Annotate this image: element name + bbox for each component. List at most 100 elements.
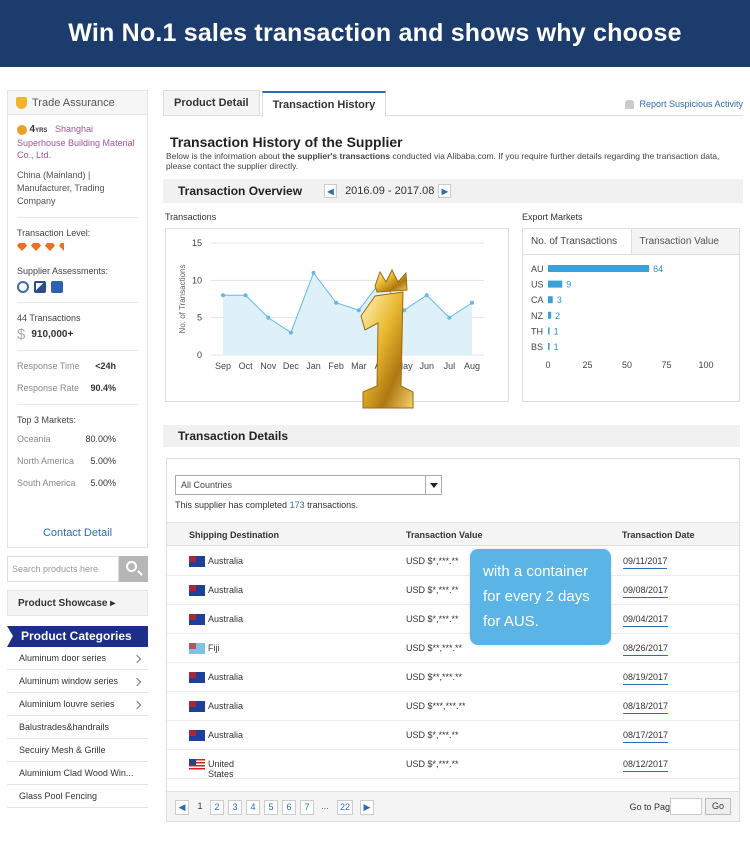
country-select[interactable]: All Countries [175,475,442,495]
chevron-right-icon [132,654,142,664]
value-label: 1 [554,326,559,336]
date-cell[interactable]: 08/17/2017 [623,730,669,743]
x-tick-label: Sep [215,361,231,371]
trade-assurance-label: Trade Assurance [32,96,115,109]
date-cell[interactable]: 08/12/2017 [623,759,669,772]
category-item[interactable]: Aluminum window series [7,670,148,693]
completed-transactions-text: This supplier has completed 173 transact… [175,500,359,510]
tab-transaction-value[interactable]: Transaction Value [631,229,739,254]
x-tick-label: Jul [444,361,456,371]
dollar-icon: $ [17,325,26,343]
top-markets-label: Top 3 Markets: [17,415,77,425]
x-tick-label: 50 [622,360,632,370]
assessments-label: Supplier Assessments: [17,266,109,276]
history-intro: Below is the information about the suppl… [166,151,720,171]
x-tick-label: Oct [239,361,254,371]
assessment-icons [17,281,138,293]
page-7[interactable]: 7 [300,800,314,815]
date-cell[interactable]: 08/18/2017 [623,701,669,714]
pagination: ◀ 1 2 3 4 5 6 7 ... 22 ▶ Go to Page Go [167,791,739,821]
x-tick-label: Nov [260,361,277,371]
destination-cell: Fiji [189,643,220,655]
country-flag-icon [189,643,205,655]
gold-supplier-icon [17,124,27,135]
category-label: CA [531,295,544,305]
transactions-chart: 051015SepOctNovDecJanFebMarAprMayJunJulA… [165,228,509,402]
date-cell[interactable]: 09/08/2017 [623,585,669,598]
go-button[interactable]: Go [705,798,731,815]
search-input[interactable]: Search products here [7,556,119,582]
x-tick-label: Aug [464,361,480,371]
tab-transaction-history[interactable]: Transaction History [261,91,387,117]
data-point [243,293,248,298]
search-button[interactable] [119,556,148,582]
transactions-line-chart: 051015SepOctNovDecJanFebMarAprMayJunJulA… [178,238,484,371]
value-cell: USD $**,***.** [406,672,463,682]
market-bar [548,343,550,350]
goto-page-input[interactable] [670,798,702,815]
value-label: 2 [555,311,560,321]
category-item[interactable]: Glass Pool Fencing [7,785,148,808]
tab-product-detail[interactable]: Product Detail [163,90,260,115]
date-cell[interactable]: 09/04/2017 [623,614,669,627]
table-row: Australia USD $**,***.** 08/19/2017 [167,663,739,692]
transaction-level-label: Transaction Level: [17,228,91,238]
category-item[interactable]: Secuiry Mesh & Grille [7,739,148,762]
chevron-right-icon [132,700,142,710]
page-22[interactable]: 22 [337,800,354,815]
export-markets-bar-chart: AU 64US 9CA 3NZ 2TH 1BS 10 25 50 75 100 [531,264,714,370]
prev-page-button[interactable]: ◀ [175,800,189,815]
report-icon [625,99,635,109]
category-item[interactable]: Aluminium Clad Wood Win... [7,762,148,785]
market-bar [548,296,553,304]
date-cell[interactable]: 09/11/2017 [623,556,668,569]
crown-icon [374,268,408,293]
category-label: AU [531,264,544,274]
market-row: North America 5.00% [17,456,116,466]
next-period-button[interactable]: ▶ [438,184,452,198]
product-categories-header: Product Categories [7,626,148,647]
page-2[interactable]: 2 [210,800,224,815]
page-6[interactable]: 6 [282,800,296,815]
transactions-count: 44 Transactions [17,313,81,323]
market-bar [548,311,552,319]
destination-cell: Australia [189,730,243,742]
contact-detail-link[interactable]: Contact Detail [8,527,147,539]
country-flag-icon [189,672,205,684]
video-icon[interactable] [51,281,63,293]
prev-period-button[interactable]: ◀ [324,184,338,198]
gold-number-one-crown [360,268,414,409]
category-label: BS [531,342,543,352]
product-showcase-link[interactable]: Product Showcase ▸ [7,590,148,616]
page-4[interactable]: 4 [246,800,260,815]
onsite-check-icon[interactable] [34,281,46,293]
category-item[interactable]: Aluminum door series [7,647,148,670]
tab-no-of-transactions[interactable]: No. of Transactions [523,229,632,254]
x-tick-label: Dec [283,361,300,371]
date-cell[interactable]: 08/26/2017 [623,643,669,656]
table-row: Australia USD $*,***.** 09/11/2017 [167,547,739,576]
history-title: Transaction History of the Supplier [170,134,403,150]
x-tick-label: 25 [582,360,592,370]
page-5[interactable]: 5 [264,800,278,815]
destination-cell: Australia [189,701,243,713]
value-cell: USD $*,***.** [406,614,459,624]
page-3[interactable]: 3 [228,800,242,815]
category-item[interactable]: Balustrades&handrails [7,716,148,739]
overview-bar: Transaction Overview ◀ 2016.09 - 2017.08… [163,179,743,203]
table-row: United States USD $*,***.** 08/12/2017 [167,750,739,779]
next-page-button[interactable]: ▶ [360,800,374,815]
report-suspicious-link[interactable]: Report Suspicious Activity [625,99,743,109]
dropdown-arrow-icon [425,476,441,494]
value-cell: USD $*,***.** [406,556,459,566]
x-tick-label: 0 [545,360,550,370]
diamond-icon [17,243,27,251]
supplier-sidebar: Trade Assurance 4YRS Shanghai Superhouse… [7,90,148,808]
category-item[interactable]: Aluminium louvre series [7,693,148,716]
verified-icon[interactable] [17,281,29,293]
country-flag-icon [189,614,205,626]
trade-assurance-header[interactable]: Trade Assurance [8,91,147,115]
date-cell[interactable]: 08/19/2017 [623,672,669,685]
destination-cell: Australia [189,556,243,568]
data-point [288,330,293,335]
